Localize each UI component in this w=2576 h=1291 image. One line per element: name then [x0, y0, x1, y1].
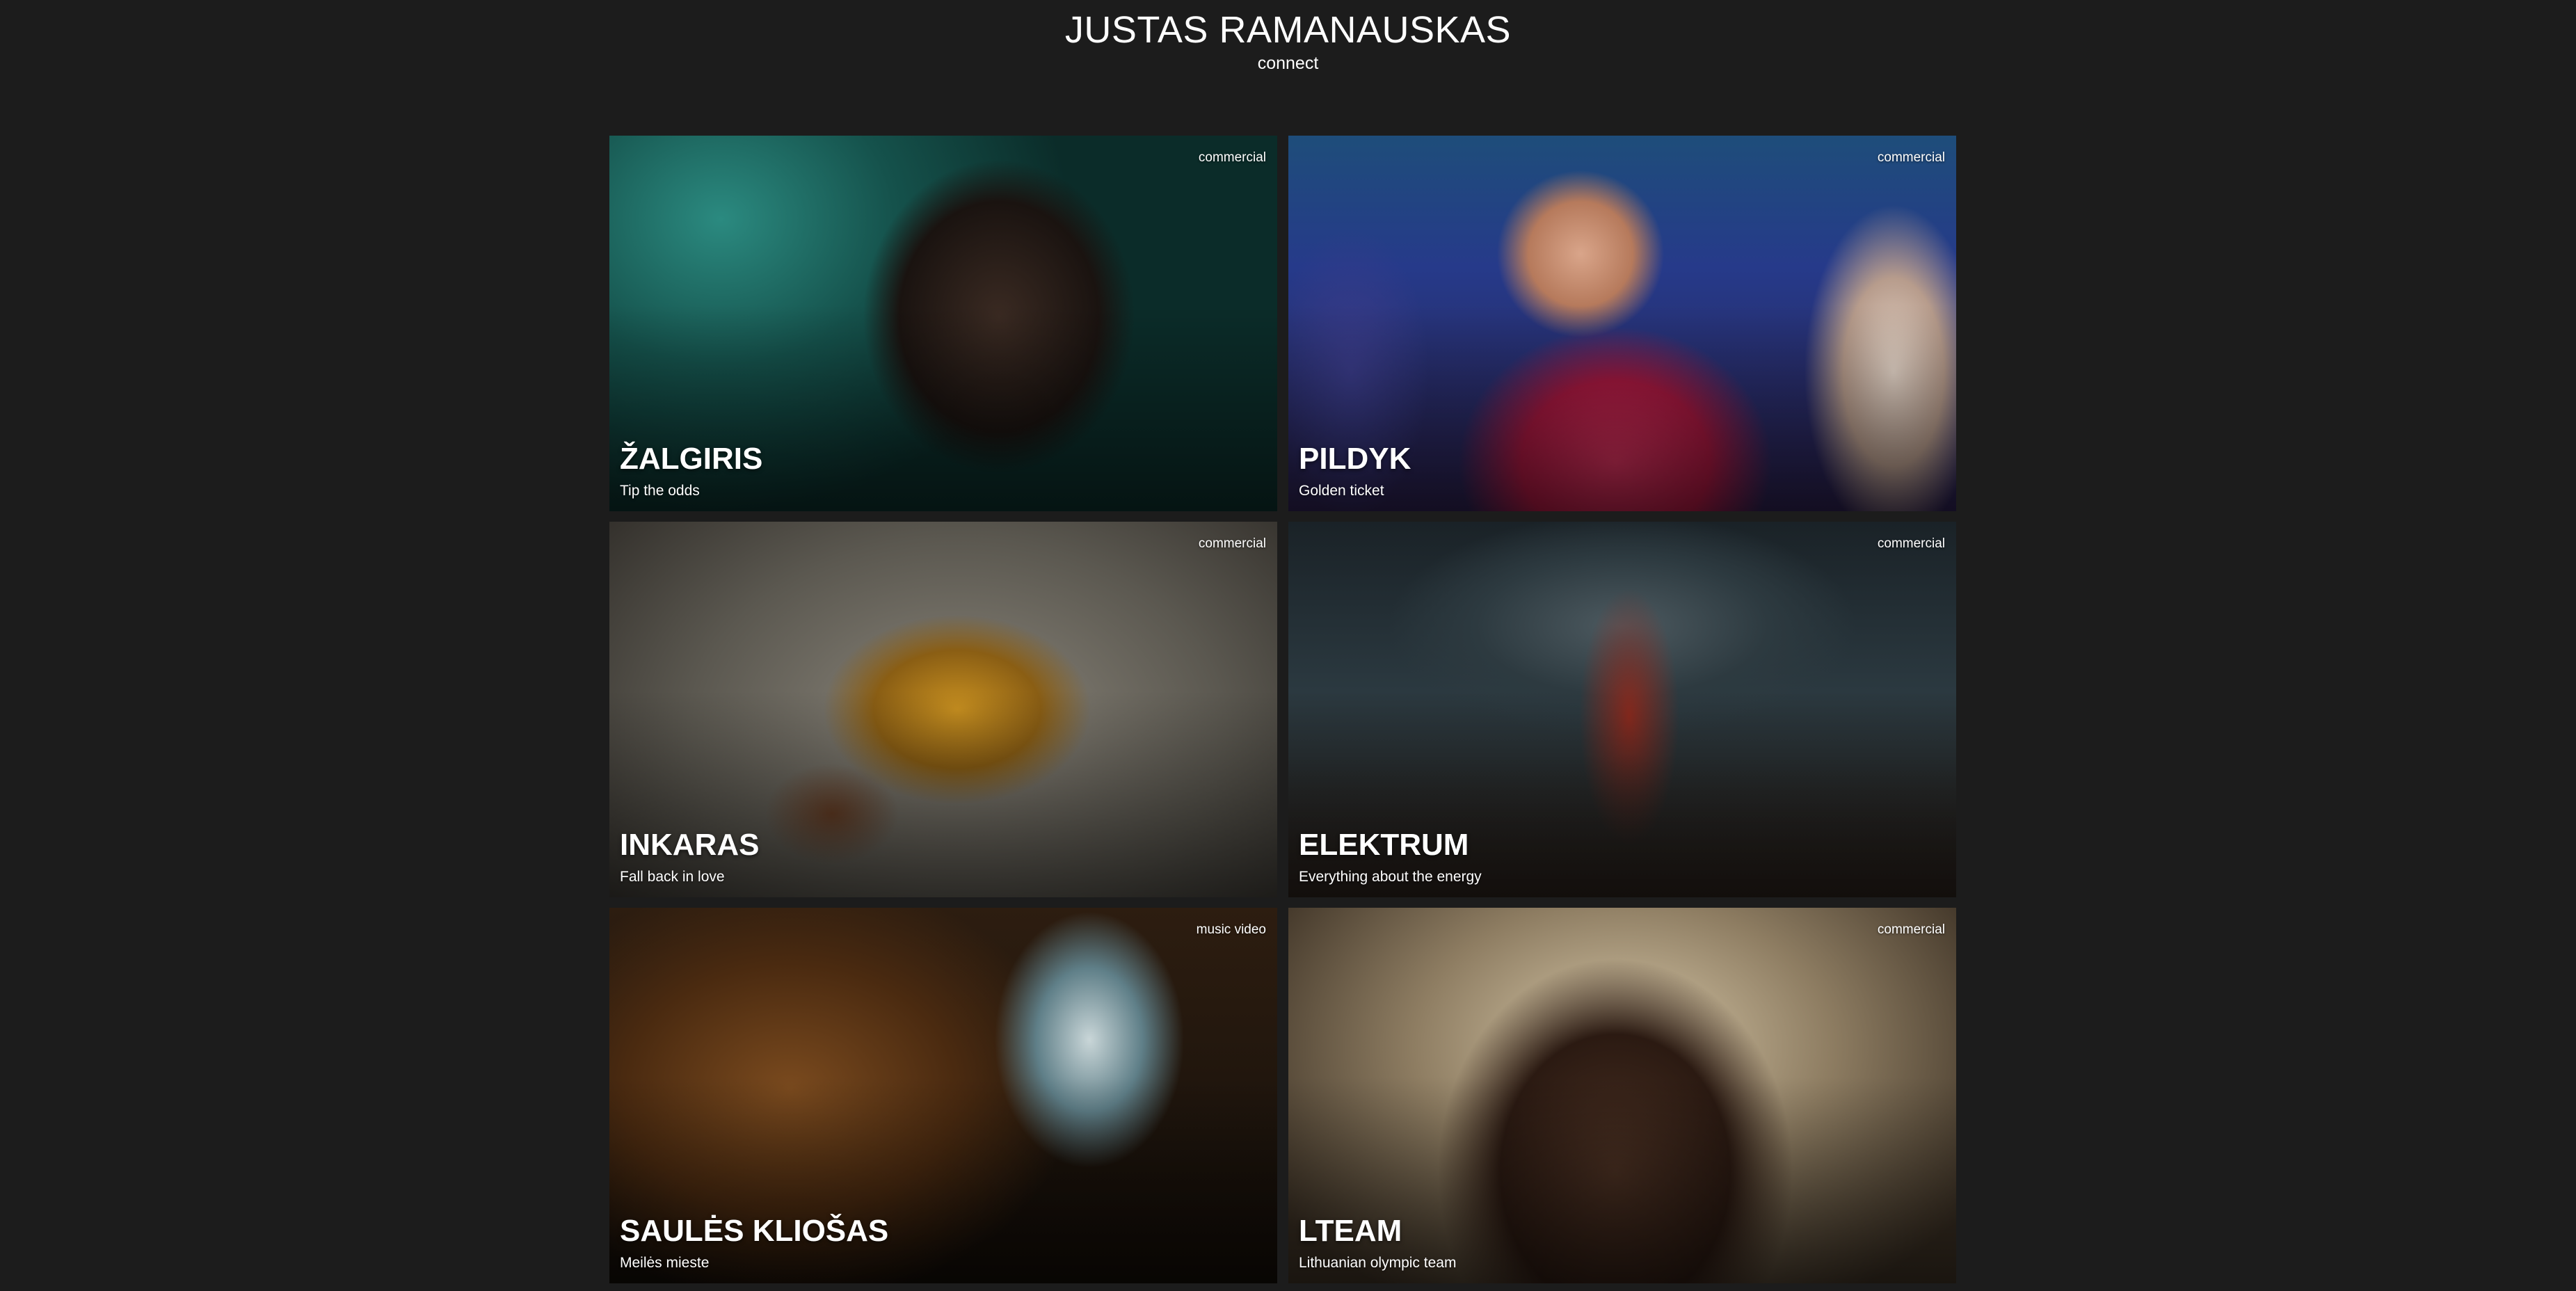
- thumbnail-shade: [1288, 1077, 1956, 1283]
- project-tile-inkaras[interactable]: commercial INKARAS Fall back in love: [609, 522, 1277, 897]
- project-subtitle: Lithuanian olympic team: [1299, 1255, 1457, 1271]
- project-title: INKARAS: [620, 828, 760, 862]
- project-tile-pildyk[interactable]: commercial PILDYK Golden ticket: [1288, 136, 1956, 511]
- thumbnail-shade: [1288, 691, 1956, 897]
- project-tile-elektrum[interactable]: commercial ELEKTRUM Everything about the…: [1288, 522, 1956, 897]
- project-category: music video: [1196, 922, 1266, 937]
- project-subtitle: Meilės mieste: [620, 1255, 710, 1271]
- project-title: ŽALGIRIS: [620, 442, 763, 476]
- project-title: ELEKTRUM: [1299, 828, 1469, 862]
- site-title[interactable]: JUSTAS RAMANAUSKAS: [0, 8, 2576, 51]
- project-category: commercial: [1877, 150, 1945, 165]
- thumbnail-shade: [609, 1077, 1277, 1283]
- project-title: PILDYK: [1299, 442, 1411, 476]
- project-title: SAULĖS KLIOŠAS: [620, 1214, 889, 1248]
- project-title: LTEAM: [1299, 1214, 1402, 1248]
- project-category: commercial: [1877, 922, 1945, 937]
- project-category: commercial: [1877, 536, 1945, 551]
- project-category: commercial: [1198, 536, 1266, 551]
- project-subtitle: Fall back in love: [620, 869, 725, 885]
- project-subtitle: Everything about the energy: [1299, 869, 1482, 885]
- project-grid: commercial ŽALGIRIS Tip the odds commerc…: [609, 136, 1956, 1283]
- project-subtitle: Golden ticket: [1299, 483, 1384, 499]
- thumbnail-shade: [1288, 305, 1956, 511]
- project-tile-lteam[interactable]: commercial LTEAM Lithuanian olympic team: [1288, 908, 1956, 1283]
- project-tile-zalgiris[interactable]: commercial ŽALGIRIS Tip the odds: [609, 136, 1277, 511]
- connect-link[interactable]: connect: [0, 53, 2576, 74]
- project-tile-saules-kliosas[interactable]: music video SAULĖS KLIOŠAS Meilės mieste: [609, 908, 1277, 1283]
- thumbnail-shade: [609, 305, 1277, 511]
- project-subtitle: Tip the odds: [620, 483, 700, 499]
- project-category: commercial: [1198, 150, 1266, 165]
- thumbnail-shade: [609, 691, 1277, 897]
